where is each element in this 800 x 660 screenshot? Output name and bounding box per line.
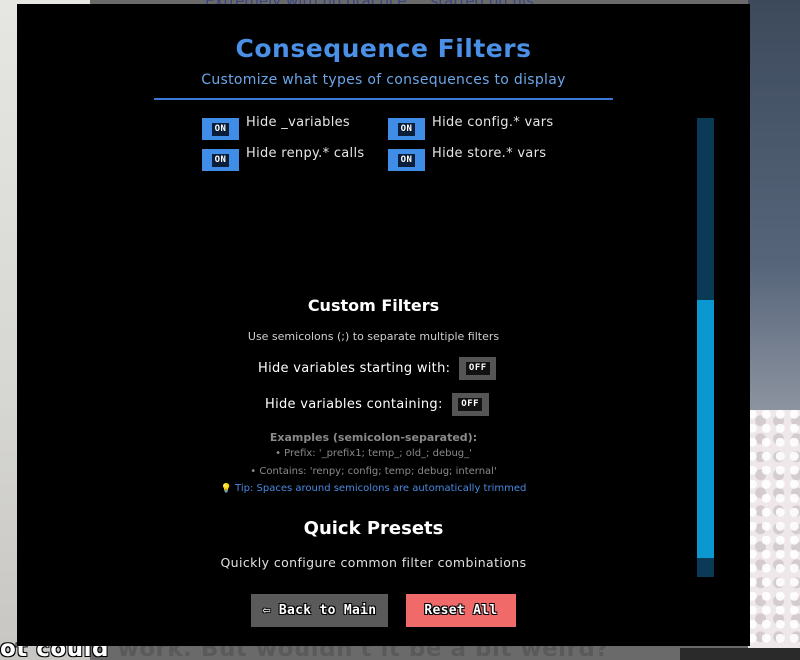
contains-filter-row: Hide variables containing: OFF — [265, 393, 489, 416]
toggle-switch[interactable]: ON — [202, 118, 239, 140]
tip-text: Tip: Spaces around semicolons are automa… — [235, 483, 527, 494]
toggle-label: Hide renpy.* calls — [246, 146, 365, 161]
back-to-main-button[interactable]: ⇦ Back to Main — [251, 594, 388, 627]
toggle-switch[interactable]: ON — [202, 149, 239, 171]
toggle-hide-store-vars[interactable]: ON Hide store.* vars — [388, 146, 547, 171]
contains-example: • Contains: 'renpy; config; temp; debug;… — [250, 466, 497, 477]
tip-line: 💡 Tip: Spaces around semicolons are auto… — [17, 483, 730, 494]
contains-toggle[interactable]: OFF — [451, 393, 489, 416]
reset-all-button[interactable]: Reset All — [406, 594, 516, 627]
title-divider — [154, 98, 613, 100]
scrollbar-thumb[interactable] — [697, 300, 714, 558]
toggle-label: Hide config.* vars — [432, 115, 554, 130]
contains-label: Hide variables containing: — [265, 397, 443, 412]
toggle-hide-config-vars[interactable]: ON Hide config.* vars — [388, 115, 554, 140]
toggle-hide-underscore-vars[interactable]: ON Hide _variables — [202, 115, 350, 140]
dialog-subtitle: Customize what types of consequences to … — [201, 72, 566, 88]
dialog-title: Consequence Filters — [235, 34, 532, 63]
consequence-filters-dialog: Consequence Filters Customize what types… — [17, 4, 750, 646]
custom-filters-title: Custom Filters — [307, 296, 440, 315]
starts-with-filter-row: Hide variables starting with: OFF — [258, 357, 497, 380]
toggle-switch[interactable]: ON — [388, 149, 425, 171]
starts-with-label: Hide variables starting with: — [258, 361, 451, 376]
lightbulb-icon: 💡 — [220, 484, 232, 494]
prefix-example: • Prefix: '_prefix1; temp_; old_; debug_… — [275, 448, 472, 459]
examples-title: Examples (semicolon-separated): — [269, 431, 478, 444]
toggle-label: Hide store.* vars — [432, 146, 547, 161]
toggle-hide-renpy-calls[interactable]: ON Hide renpy.* calls — [202, 146, 365, 171]
toggle-label: Hide _variables — [246, 115, 350, 130]
quick-presets-title: Quick Presets — [303, 518, 444, 539]
quick-presets-subtitle: Quickly configure common filter combinat… — [220, 555, 527, 570]
background-lace-detail — [748, 410, 800, 660]
scrollbar-track[interactable] — [697, 118, 714, 577]
starts-with-toggle[interactable]: OFF — [459, 357, 497, 380]
custom-filters-hint: Use semicolons (;) to separate multiple … — [247, 330, 500, 343]
toggle-switch[interactable]: ON — [388, 118, 425, 140]
